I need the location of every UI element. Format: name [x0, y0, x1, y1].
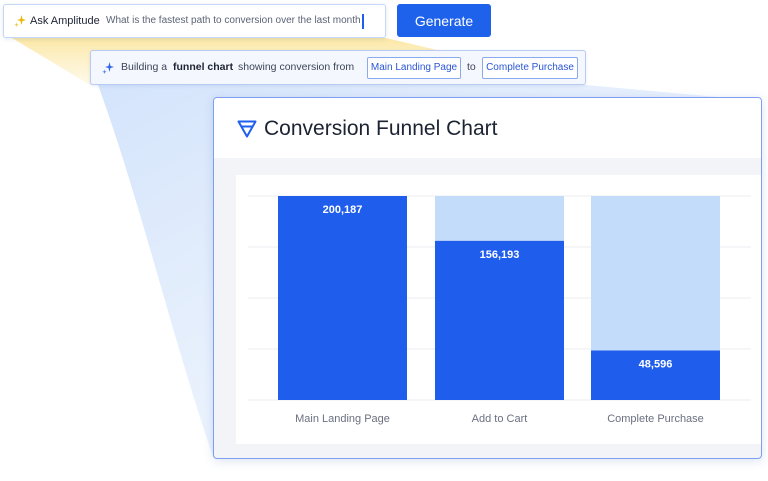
- card-header: Conversion Funnel Chart: [214, 98, 761, 158]
- chart-title: Conversion Funnel Chart: [264, 117, 498, 140]
- funnel-bar: [435, 240, 564, 400]
- text-cursor: [362, 14, 364, 29]
- sparkle-icon: [102, 62, 114, 74]
- funnel-dropoff-bar: [591, 196, 720, 351]
- status-middle-text: showing conversion from: [238, 61, 355, 73]
- status-prefix: Building a: [121, 61, 168, 73]
- category-label: Main Landing Page: [295, 413, 390, 425]
- bar-value-label: 200,187: [323, 204, 363, 216]
- status-chart-kind: funnel chart: [173, 61, 234, 73]
- funnel-chart: 200,187 Main Landing Page 156,193 Add to Ca…: [248, 195, 751, 425]
- funnel-dropoff-bar: [435, 196, 564, 241]
- bar-value-label: 156,193: [480, 249, 520, 261]
- sparkle-icon: [14, 15, 26, 27]
- generation-status-bar: Building a funnel chart showing conversi…: [90, 50, 586, 85]
- chart-plot-area: 200,187 Main Landing Page 156,193 Add to Ca…: [236, 175, 761, 444]
- funnel-bar: [278, 196, 407, 400]
- category-label: Complete Purchase: [607, 413, 704, 425]
- from-step-chip[interactable]: Main Landing Page: [367, 57, 461, 79]
- generate-button[interactable]: Generate: [397, 4, 491, 37]
- ask-amplitude-label: Ask Amplitude: [30, 15, 100, 27]
- to-step-chip[interactable]: Complete Purchase: [482, 57, 578, 79]
- question-input[interactable]: What is the fastest path to conversion o…: [106, 15, 361, 26]
- status-connector: to: [467, 61, 476, 73]
- bar-value-label: 48,596: [639, 358, 673, 370]
- ask-amplitude-bar[interactable]: Ask Amplitude What is the fastest path t…: [3, 4, 386, 38]
- funnel-icon: [237, 120, 257, 138]
- funnel-chart-card: Conversion Funnel Chart 200,187 Main Land…: [213, 97, 762, 459]
- category-label: Add to Cart: [472, 413, 528, 425]
